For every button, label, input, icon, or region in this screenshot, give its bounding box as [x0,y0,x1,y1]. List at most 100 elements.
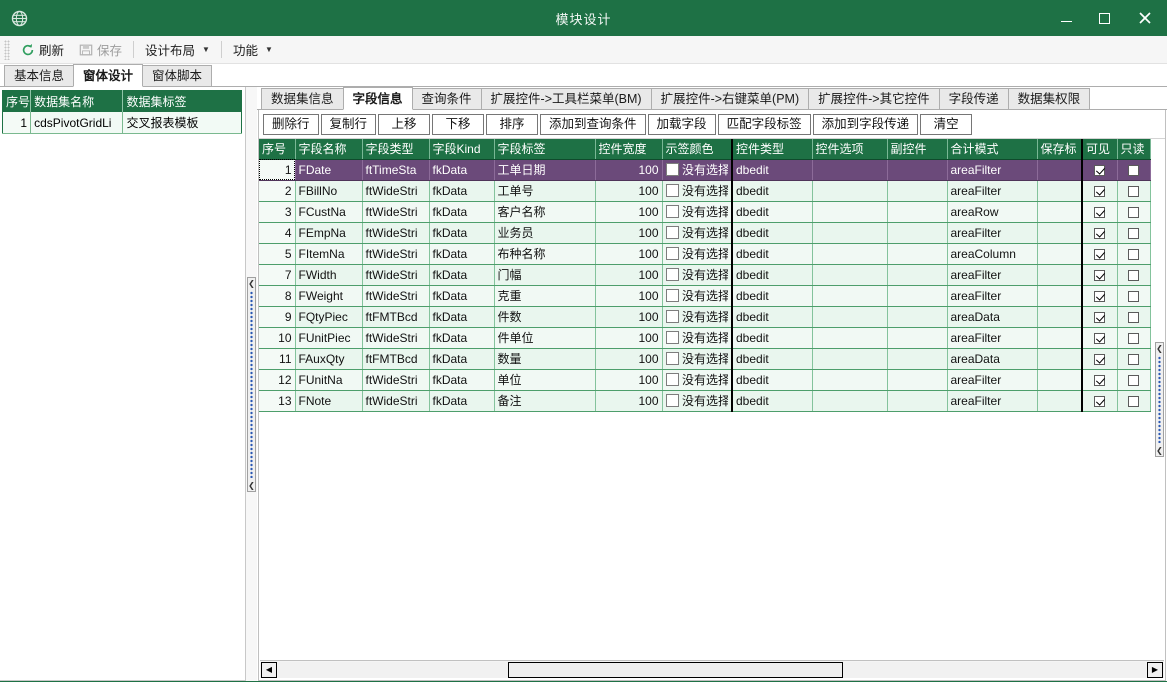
cell-total-mode[interactable]: areaColumn [947,243,1038,265]
field-col-5[interactable]: 控件宽度 [595,139,663,160]
cell-readonly[interactable] [1117,306,1151,328]
field-col-1[interactable]: 字段名称 [295,139,363,160]
cell-index[interactable]: 12 [259,369,296,391]
cell-index[interactable]: 10 [259,327,296,349]
readonly-checkbox[interactable] [1128,206,1139,218]
cell-index[interactable]: 13 [259,390,296,412]
cell-visible[interactable] [1081,180,1118,202]
cell-save-flag[interactable] [1037,327,1083,349]
cell-control-type[interactable]: dbedit [731,159,813,181]
inner-tab-1[interactable]: 字段信息 [342,87,413,110]
cell-field-type[interactable]: ftTimeSta [362,159,430,181]
readonly-checkbox[interactable] [1128,185,1139,197]
visible-checkbox[interactable] [1094,290,1106,302]
cell-total-mode[interactable]: areaRow [947,201,1038,223]
field-col-7[interactable]: 控件类型 [731,139,813,160]
cell-field-label[interactable]: 业务员 [494,222,596,244]
outer-tab-2[interactable]: 窗体脚本 [142,65,213,86]
visible-checkbox[interactable] [1094,332,1106,344]
cell-visible[interactable] [1081,306,1118,328]
cell-field-name[interactable]: FAuxQty [295,348,363,370]
cell-field-name[interactable]: FQtyPiec [295,306,363,328]
cell-field-label[interactable]: 工单号 [494,180,596,202]
field-col-9[interactable]: 副控件 [887,139,948,160]
cell-readonly[interactable] [1117,243,1151,265]
table-row[interactable]: 1 FDate ftTimeSta fkData 工单日期 100 没有选择 dbedit ar… [259,159,1151,181]
cell-total-mode[interactable]: areaData [947,306,1038,328]
cell-field-type[interactable]: ftFMTBcd [362,306,430,328]
scroll-left-arrow-icon[interactable]: ◀ [261,661,277,678]
cell-field-kind[interactable]: fkData [429,285,495,307]
field-grid-scroll[interactable]: 序号 字段名称 字段类型 字段Kind 字段标签 控件宽度 示签颜色 控件类型 控件选项 副控件合… [259,139,1154,660]
cell-control-width[interactable]: 100 [595,159,663,181]
cell-sub-control[interactable] [887,159,948,181]
cell-save-flag[interactable] [1037,243,1083,265]
toolbar-grip[interactable] [4,39,10,60]
field-col-2[interactable]: 字段类型 [362,139,430,160]
cell-save-flag[interactable] [1037,201,1083,223]
cell-index[interactable]: 11 [259,348,296,370]
field-grid[interactable]: 序号 字段名称 字段类型 字段Kind 字段标签 控件宽度 示签颜色 控件类型 控件选项 副控件合… [259,139,1151,412]
cell-control-type[interactable]: dbedit [731,285,813,307]
cell-control-type[interactable]: dbedit [731,180,813,202]
cell-control-option[interactable] [812,348,888,370]
cell-label-color[interactable]: 没有选择 [662,285,733,307]
cell-label-color[interactable]: 没有选择 [662,222,733,244]
cell-control-width[interactable]: 100 [595,369,663,391]
cell-readonly[interactable] [1117,348,1151,370]
field-col-8[interactable]: 控件选项 [812,139,888,160]
field-col-3[interactable]: 字段Kind [429,139,495,160]
inner-tab-7[interactable]: 数据集权限 [1007,88,1091,109]
cell-field-kind[interactable]: fkData [429,327,495,349]
cell-field-kind[interactable]: fkData [429,369,495,391]
cell-visible[interactable] [1081,369,1118,391]
cell-field-label[interactable]: 件单位 [494,327,596,349]
cell-control-type[interactable]: dbedit [731,243,813,265]
grid-toolbar-button-4[interactable]: 排序 [486,113,539,135]
dataset-grid[interactable]: 序号 数据集名称 数据集标签 1 cdsPivotGridLi 交叉报表模板 [2,90,242,134]
cell-control-type[interactable]: dbedit [731,306,813,328]
outer-tab-0[interactable]: 基本信息 [4,65,75,86]
cell-field-label[interactable]: 单位 [494,369,596,391]
visible-checkbox[interactable] [1094,395,1106,407]
color-swatch-icon[interactable] [665,331,679,344]
grid-toolbar-button-1[interactable]: 复制行 [320,113,377,135]
cell-control-width[interactable]: 100 [595,222,663,244]
cell-visible[interactable] [1081,222,1118,244]
table-row[interactable]: 2 FBillNo ftWideStri fkData 工单号 100 没有选择 dbedit… [259,180,1151,202]
grid-toolbar-button-9[interactable]: 清空 [920,113,973,135]
cell-label-color[interactable]: 没有选择 [662,180,733,202]
horizontal-scrollbar[interactable]: ◀ ▶ [260,660,1164,678]
cell-total-mode[interactable]: areaFilter [947,285,1038,307]
cell-control-option[interactable] [812,222,888,244]
dataset-col-name[interactable]: 数据集名称 [30,90,124,112]
cell-field-name[interactable]: FCustNa [295,201,363,223]
readonly-checkbox[interactable] [1128,395,1139,407]
cell-control-width[interactable]: 100 [595,348,663,370]
visible-checkbox[interactable] [1094,311,1106,323]
cell-save-flag[interactable] [1037,369,1083,391]
cell-control-type[interactable]: dbedit [731,348,813,370]
color-swatch-icon[interactable] [665,310,679,323]
color-swatch-icon[interactable] [665,373,679,386]
inner-tab-4[interactable]: 扩展控件->右键菜单(PM) [650,88,810,109]
cell-field-type[interactable]: ftWideStri [362,369,430,391]
design-layout-menu[interactable]: 设计布局 ▼ [138,38,217,62]
color-swatch-icon[interactable] [665,184,679,197]
cell-control-width[interactable]: 100 [595,201,663,223]
cell-label-color[interactable]: 没有选择 [662,159,733,181]
color-swatch-icon[interactable] [665,163,679,176]
cell-field-type[interactable]: ftWideStri [362,285,430,307]
cell-visible[interactable] [1081,348,1118,370]
color-swatch-icon[interactable] [665,394,679,407]
cell-label-color[interactable]: 没有选择 [662,264,733,286]
cell-readonly[interactable] [1117,222,1151,244]
color-swatch-icon[interactable] [665,205,679,218]
cell-control-width[interactable]: 100 [595,243,663,265]
cell-sub-control[interactable] [887,390,948,412]
cell-control-width[interactable]: 100 [595,264,663,286]
cell-label-color[interactable]: 没有选择 [662,201,733,223]
color-swatch-icon[interactable] [665,268,679,281]
cell-label-color[interactable]: 没有选择 [662,243,733,265]
field-col-10[interactable]: 合计模式 [947,139,1038,160]
